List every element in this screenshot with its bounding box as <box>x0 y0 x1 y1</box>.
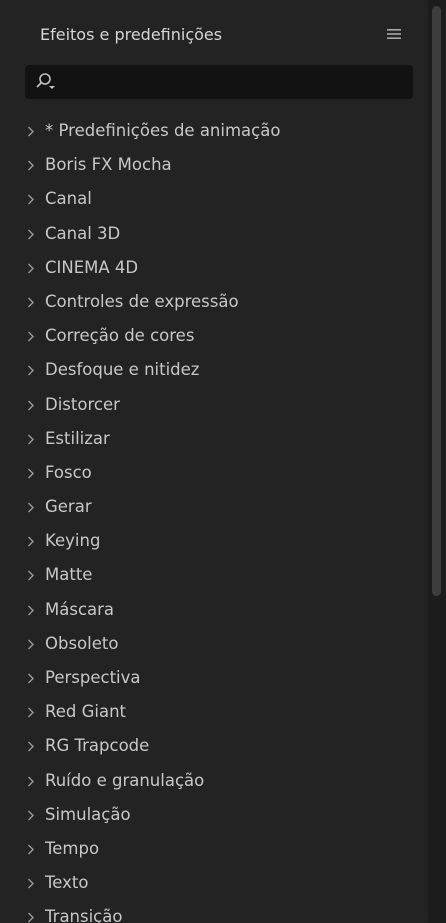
chevron-right-icon[interactable] <box>26 217 40 251</box>
chevron-right-icon[interactable] <box>26 524 40 558</box>
list-item-label: Perspectiva <box>45 668 141 687</box>
list-item-label: Canal <box>45 189 92 209</box>
list-item-label: * Predefinições de animação <box>45 121 281 140</box>
list-item[interactable]: Ruído e granulação <box>8 764 428 798</box>
list-item[interactable]: Red Giant <box>8 695 428 729</box>
list-item[interactable]: Boris FX Mocha <box>8 148 428 182</box>
list-item-label: Canal 3D <box>45 223 121 243</box>
chevron-right-icon[interactable] <box>26 832 40 866</box>
chevron-right-icon[interactable] <box>26 148 40 182</box>
search-field[interactable] <box>25 65 413 99</box>
list-item[interactable]: RG Trapcode <box>8 729 428 763</box>
chevron-right-icon[interactable] <box>26 695 40 729</box>
list-item-label: Matte <box>45 565 93 585</box>
chevron-right-icon[interactable] <box>26 285 40 319</box>
search-input[interactable] <box>67 65 407 99</box>
chevron-right-icon[interactable] <box>26 456 40 490</box>
list-item-label: Simulação <box>45 804 131 824</box>
list-item[interactable]: Obsoleto <box>8 627 428 661</box>
chevron-right-icon[interactable] <box>26 182 40 216</box>
effects-category-list: * Predefinições de animação Boris FX Moch… <box>8 114 428 923</box>
chevron-right-icon[interactable] <box>26 490 40 524</box>
list-item[interactable]: * Predefinições de animação <box>8 114 428 148</box>
chevron-right-icon[interactable] <box>26 251 40 285</box>
list-item-label: Transição <box>45 907 123 923</box>
list-item[interactable]: Controles de expressão <box>8 285 428 319</box>
chevron-right-icon[interactable] <box>26 900 40 923</box>
list-item[interactable]: Keying <box>8 524 428 558</box>
list-item[interactable]: Canal <box>8 182 428 216</box>
list-item[interactable]: Estilizar <box>8 422 428 456</box>
chevron-right-icon[interactable] <box>26 798 40 832</box>
list-item-label: Estilizar <box>45 428 110 448</box>
chevron-right-icon[interactable] <box>26 866 40 900</box>
list-item-label: CINEMA 4D <box>45 257 139 277</box>
panel-title: Efeitos e predefinições <box>40 25 223 44</box>
hamburger-menu-icon[interactable] <box>386 26 402 42</box>
list-item-label: Correção de cores <box>45 326 195 346</box>
list-item-label: Keying <box>45 531 101 551</box>
chevron-right-icon[interactable] <box>26 729 40 763</box>
scrollbar-thumb[interactable] <box>432 6 441 596</box>
panel-header: Efeitos e predefinições <box>8 8 428 60</box>
list-item-label: Máscara <box>45 599 115 619</box>
list-item[interactable]: Perspectiva <box>8 661 428 695</box>
chevron-right-icon[interactable] <box>26 422 40 456</box>
list-item[interactable]: Fosco <box>8 456 428 490</box>
list-item-label: Obsoleto <box>45 633 119 653</box>
chevron-right-icon[interactable] <box>26 627 40 661</box>
list-item-label: RG Trapcode <box>45 736 150 756</box>
list-item-label: Fosco <box>45 462 92 482</box>
list-item-label: Boris FX Mocha <box>45 155 172 175</box>
list-item[interactable]: Máscara <box>8 593 428 627</box>
list-item[interactable]: Simulação <box>8 798 428 832</box>
list-item-label: Tempo <box>45 838 100 858</box>
list-item[interactable]: Tempo <box>8 832 428 866</box>
list-item-label: Desfoque e nitidez <box>45 360 200 380</box>
scrollbar-track[interactable] <box>428 0 446 923</box>
list-item-label: Ruído e granulação <box>45 770 205 790</box>
list-item[interactable]: Matte <box>8 558 428 592</box>
chevron-right-icon[interactable] <box>26 353 40 387</box>
chevron-right-icon[interactable] <box>26 593 40 627</box>
list-item[interactable]: CINEMA 4D <box>8 251 428 285</box>
chevron-right-icon[interactable] <box>26 319 40 353</box>
chevron-right-icon[interactable] <box>26 764 40 798</box>
list-item[interactable]: Canal 3D <box>8 217 428 251</box>
chevron-right-icon[interactable] <box>26 114 40 148</box>
search-icon[interactable] <box>35 72 57 92</box>
list-item-label: Red Giant <box>45 702 127 722</box>
list-item-label: Texto <box>45 873 89 893</box>
chevron-right-icon[interactable] <box>26 388 40 422</box>
list-item-label: Controles de expressão <box>45 291 239 311</box>
list-item-label: Distorcer <box>45 394 120 414</box>
list-item[interactable]: Distorcer <box>8 388 428 422</box>
chevron-right-icon[interactable] <box>26 558 40 592</box>
list-item-label: Gerar <box>45 497 92 517</box>
list-item[interactable]: Texto <box>8 866 428 900</box>
list-item[interactable]: Desfoque e nitidez <box>8 353 428 387</box>
chevron-right-icon[interactable] <box>26 661 40 695</box>
list-item[interactable]: Transição <box>8 900 428 923</box>
effects-presets-panel: Efeitos e predefinições * Predefinições … <box>8 8 428 923</box>
list-item[interactable]: Gerar <box>8 490 428 524</box>
list-item[interactable]: Correção de cores <box>8 319 428 353</box>
